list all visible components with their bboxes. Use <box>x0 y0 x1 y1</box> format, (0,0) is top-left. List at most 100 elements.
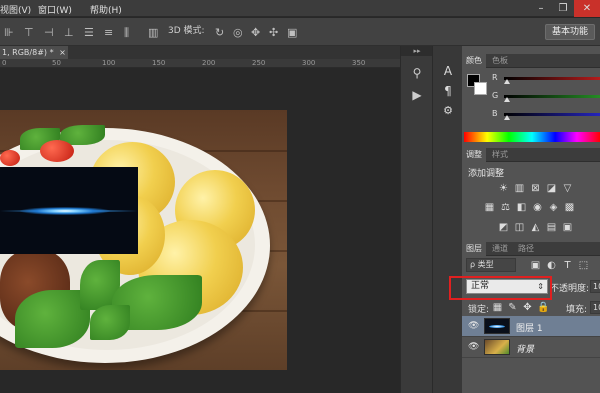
menu-help[interactable]: 帮助(H) <box>90 3 122 16</box>
opacity-label: 不透明度: <box>550 284 590 294</box>
layer-filter-select[interactable]: ρ 类型 <box>466 258 516 272</box>
window-controls: – ❐ ✕ <box>530 0 600 17</box>
tab-styles[interactable]: 样式 <box>488 148 512 162</box>
hue-saturation-icon[interactable]: ▦ <box>484 202 495 213</box>
restore-icon[interactable]: ❐ <box>552 0 574 17</box>
tab-layers[interactable]: 图层 <box>462 242 486 256</box>
tab-channels[interactable]: 通道 <box>488 242 512 256</box>
ruler-mark: 350 <box>352 59 366 67</box>
ruler-mark: 250 <box>252 59 266 67</box>
workspace-button[interactable]: 基本功能 <box>544 24 595 40</box>
color-spectrum[interactable] <box>464 132 600 142</box>
brightness-icon[interactable]: ☀ <box>498 183 509 194</box>
gradient-map-icon[interactable]: ▣ <box>562 222 573 233</box>
opacity-input[interactable]: 10 <box>590 280 600 293</box>
align-top-icon[interactable]: ⊤ <box>24 27 34 38</box>
eye-icon[interactable]: 👁 <box>468 321 479 331</box>
filter-type-icon[interactable]: T <box>562 260 573 271</box>
adjustments-panel-tabs: 调整 样式 <box>462 148 600 162</box>
layer-name[interactable]: 图层 1 <box>516 321 543 334</box>
properties-icon[interactable]: ⚙ <box>438 104 458 122</box>
distribute-v-icon[interactable]: ≡ <box>104 27 113 38</box>
tab-swatches[interactable]: 色板 <box>488 54 512 68</box>
fill-input[interactable]: 10 <box>590 301 600 314</box>
horizontal-ruler: 0 50 100 150 200 250 300 350 <box>0 59 400 68</box>
expand-panels-icon[interactable]: ▸▸ <box>401 46 433 56</box>
vibrance-icon[interactable]: ▽ <box>562 183 573 194</box>
color-panel-tabs: 颜色 色板 <box>462 54 600 68</box>
3d-mode-label: 3D 模式: <box>168 26 205 36</box>
tab-color[interactable]: 颜色 <box>462 54 486 68</box>
align-bottom-icon[interactable]: ⊥ <box>64 27 74 38</box>
tab-adjustments[interactable]: 调整 <box>462 148 486 162</box>
threshold-icon[interactable]: ◭ <box>530 222 541 233</box>
align-middle-icon[interactable]: ⊣ <box>44 27 54 38</box>
lock-label: 锁定: <box>468 305 490 315</box>
red-slider[interactable]: R <box>492 73 600 84</box>
ruler-mark: 200 <box>202 59 216 67</box>
invert-icon[interactable]: ◩ <box>498 222 509 233</box>
color-lookup-icon[interactable]: ▩ <box>564 202 575 213</box>
background-color[interactable] <box>474 82 487 95</box>
collapsed-dock: ▸▸ ⚲ ▶ <box>400 46 433 393</box>
distribute-icon[interactable]: ☰ <box>84 27 94 38</box>
slide-3d-icon[interactable]: ✣ <box>269 27 278 38</box>
exposure-icon[interactable]: ◪ <box>546 183 557 194</box>
side-dock: A ¶ ⚙ <box>432 46 462 393</box>
color-balance-icon[interactable]: ⚖ <box>500 202 511 213</box>
ruler-mark: 0 <box>2 59 7 67</box>
options-bar: ⊪ ⊤ ⊣ ⊥ ☰ ≡ ⫼ ▥ 3D 模式: ↻ ◎ ✥ ✣ ▣ 基本功能 <box>0 18 600 46</box>
layer-name[interactable]: 背景 <box>516 342 534 355</box>
lens-flare-layer[interactable] <box>0 167 138 254</box>
auto-align-icon[interactable]: ▥ <box>148 27 158 38</box>
scale-3d-icon[interactable]: ▣ <box>287 27 297 38</box>
add-adjustment-label: 添加调整 <box>468 169 505 179</box>
black-white-icon[interactable]: ◧ <box>516 202 527 213</box>
menu-bar: 视图(V) 窗口(W) 帮助(H) – ❐ ✕ <box>0 0 600 17</box>
layer-row[interactable]: 👁 背景 <box>462 337 600 358</box>
posterize-icon[interactable]: ◫ <box>514 222 525 233</box>
distribute-h-icon[interactable]: ⫼ <box>124 27 129 38</box>
highlight-outline <box>449 276 552 300</box>
blue-slider[interactable]: B <box>492 109 600 120</box>
ruler-mark: 150 <box>152 59 166 67</box>
filter-adjust-icon[interactable]: ◐ <box>546 260 557 271</box>
history-icon[interactable]: ⚲ <box>407 64 427 82</box>
green-slider[interactable]: G <box>492 91 600 102</box>
lock-all-icon[interactable]: 🔒 <box>537 302 549 313</box>
fill-label: 填充: <box>566 305 588 315</box>
document-tab-label: 1, RGB/8#) * <box>2 48 54 57</box>
paragraph-icon[interactable]: ¶ <box>438 84 458 102</box>
layer-thumbnail <box>484 318 510 334</box>
document-tab[interactable]: 1, RGB/8#) * × <box>0 46 68 59</box>
actions-icon[interactable]: ▶ <box>407 86 427 104</box>
filter-pixel-icon[interactable]: ▣ <box>530 260 541 271</box>
document-tab-bar: 1, RGB/8#) * × <box>0 46 432 59</box>
menu-window[interactable]: 窗口(W) <box>38 3 72 16</box>
ruler-mark: 50 <box>52 59 61 67</box>
drag-3d-icon[interactable]: ✥ <box>251 27 260 38</box>
filter-shape-icon[interactable]: ⬚ <box>578 260 589 271</box>
right-panels: 颜色 色板 R G B 调整 样式 添加调整 ☀ ▥ ⊠ ◪ ▽ ▦ ⚖ ◧ ◉… <box>462 46 600 393</box>
roll-3d-icon[interactable]: ◎ <box>233 27 243 38</box>
channel-mixer-icon[interactable]: ◈ <box>548 202 559 213</box>
selective-color-icon[interactable]: ▤ <box>546 222 557 233</box>
minimize-icon[interactable]: – <box>530 0 552 17</box>
lock-position-icon[interactable]: ✥ <box>522 302 533 313</box>
tab-paths[interactable]: 路径 <box>514 242 538 256</box>
curves-icon[interactable]: ⊠ <box>530 183 541 194</box>
levels-icon[interactable]: ▥ <box>514 183 525 194</box>
ruler-mark: 300 <box>302 59 316 67</box>
layer-row[interactable]: 👁 图层 1 <box>462 316 600 337</box>
eye-icon[interactable]: 👁 <box>468 342 479 352</box>
menu-view[interactable]: 视图(V) <box>0 3 31 16</box>
lock-pixels-icon[interactable]: ✎ <box>507 302 518 313</box>
layers-panel-tabs: 图层 通道 路径 <box>462 242 600 256</box>
lock-transparent-icon[interactable]: ▦ <box>492 302 503 313</box>
close-icon[interactable]: ✕ <box>574 0 600 17</box>
rotate-3d-icon[interactable]: ↻ <box>215 27 224 38</box>
tab-close-icon[interactable]: × <box>59 48 66 57</box>
character-icon[interactable]: A <box>438 64 458 82</box>
photo-filter-icon[interactable]: ◉ <box>532 202 543 213</box>
align-icon[interactable]: ⊪ <box>4 27 14 38</box>
